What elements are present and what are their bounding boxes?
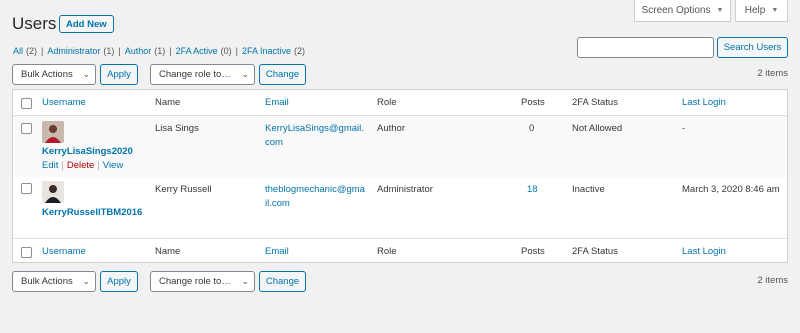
email-line-2: com [265, 137, 283, 148]
change-button-top[interactable]: Change [259, 64, 306, 85]
users-table: Username Name Email Role Posts 2FA Statu… [12, 89, 788, 263]
table-row: KerryRussellTBM2016 Kerry Russell theblo… [13, 177, 787, 238]
user-name: Lisa Sings [155, 123, 199, 134]
search-input[interactable] [577, 37, 714, 58]
row-checkbox[interactable] [21, 183, 32, 194]
filter-author-count: (1) [154, 46, 166, 56]
user-posts: 0 [529, 123, 535, 134]
user-role: Author [377, 123, 405, 134]
screen-options-button[interactable]: Screen Options ▼ [634, 0, 731, 22]
edit-link[interactable]: Edit [42, 160, 58, 171]
footer-email-sort[interactable]: Email [265, 246, 289, 257]
filter-all[interactable]: All [13, 46, 23, 56]
footer-last-login-sort[interactable]: Last Login [682, 246, 726, 257]
change-role-value: Change role to… [159, 276, 231, 287]
change-role-select-top[interactable]: Change role to… ⌄ [150, 64, 255, 85]
bulk-actions-value: Bulk Actions [21, 276, 73, 287]
filter-all-count: (2) [26, 46, 38, 56]
table-row: KerryLisaSings2020 Edit | Delete | View … [13, 116, 787, 177]
search-users-button[interactable]: Search Users [717, 37, 788, 58]
email-line-1: theblogmechanic@gma [265, 184, 365, 195]
email-link[interactable]: theblogmechanic@gma il.com [265, 184, 365, 209]
bulk-actions-select-top[interactable]: Bulk Actions ⌄ [12, 64, 96, 85]
items-count-bottom: 2 items [757, 275, 788, 286]
email-line-2: il.com [265, 198, 290, 209]
change-role-select-bottom[interactable]: Change role to… ⌄ [150, 271, 255, 292]
column-name: Name [155, 97, 181, 108]
help-label: Help [744, 5, 766, 16]
help-button[interactable]: Help ▼ [735, 0, 788, 22]
filter-2fa-inactive[interactable]: 2FA Inactive [242, 46, 291, 56]
chevron-down-icon: ⌄ [241, 69, 249, 79]
footer-role: Role [377, 246, 397, 257]
column-role: Role [377, 97, 397, 108]
user-2fa-status: Not Allowed [572, 123, 623, 134]
avatar [42, 181, 64, 203]
filter-separator: | [235, 46, 238, 56]
column-last-login-sort[interactable]: Last Login [682, 97, 726, 108]
role-filter-links: All (2) | Administrator (1) | Author (1)… [13, 46, 305, 56]
filter-administrator[interactable]: Administrator [47, 46, 100, 56]
column-username-sort[interactable]: Username [42, 97, 86, 108]
bulk-actions-value: Bulk Actions [21, 69, 73, 80]
footer-2fa-status: 2FA Status [572, 246, 618, 257]
apply-button-bottom[interactable]: Apply [100, 271, 138, 292]
action-separator: | [97, 160, 100, 171]
user-last-login: - [682, 123, 686, 134]
filter-2fa-active[interactable]: 2FA Active [176, 46, 218, 56]
column-email-sort[interactable]: Email [265, 97, 289, 108]
select-all-checkbox-footer[interactable] [21, 247, 32, 258]
avatar [42, 121, 64, 143]
row-checkbox[interactable] [21, 123, 32, 134]
chevron-down-icon: ⌄ [241, 276, 249, 286]
user-2fa-status: Inactive [572, 184, 605, 195]
username-link[interactable]: KerryRussellTBM2016 [42, 207, 142, 218]
change-button-bottom[interactable]: Change [259, 271, 306, 292]
user-role: Administrator [377, 184, 433, 195]
user-name: Kerry Russell [155, 184, 212, 195]
screen-options-label: Screen Options [641, 5, 711, 16]
footer-name: Name [155, 246, 181, 257]
caret-down-icon: ▼ [771, 7, 779, 14]
bulk-actions-select-bottom[interactable]: Bulk Actions ⌄ [12, 271, 96, 292]
footer-posts: Posts [521, 246, 545, 257]
caret-down-icon: ▼ [716, 7, 724, 14]
filter-separator: | [169, 46, 172, 56]
page-title: Users [12, 14, 57, 33]
filter-administrator-count: (1) [103, 46, 115, 56]
chevron-down-icon: ⌄ [82, 276, 90, 286]
footer-username-sort[interactable]: Username [42, 246, 86, 257]
username-link[interactable]: KerryLisaSings2020 [42, 146, 133, 157]
filter-2fa-active-count: (0) [220, 46, 232, 56]
table-footer: Username Name Email Role Posts 2FA Statu… [13, 238, 787, 264]
filter-2fa-inactive-count: (2) [294, 46, 305, 56]
column-posts: Posts [521, 97, 545, 108]
row-actions: Edit | Delete | View [42, 160, 123, 171]
filter-separator: | [118, 46, 121, 56]
change-role-value: Change role to… [159, 69, 231, 80]
chevron-down-icon: ⌄ [82, 69, 90, 79]
filter-author[interactable]: Author [125, 46, 152, 56]
column-2fa-status: 2FA Status [572, 97, 618, 108]
user-posts-link[interactable]: 18 [527, 184, 538, 195]
view-link[interactable]: View [103, 160, 123, 171]
filter-separator: | [41, 46, 44, 56]
user-last-login: March 3, 2020 8:46 am [682, 184, 780, 195]
table-header: Username Name Email Role Posts 2FA Statu… [13, 90, 787, 116]
delete-link[interactable]: Delete [67, 160, 94, 171]
apply-button-top[interactable]: Apply [100, 64, 138, 85]
select-all-checkbox[interactable] [21, 98, 32, 109]
email-line-1: KerryLisaSings@gmail. [265, 123, 364, 134]
action-separator: | [61, 160, 64, 171]
items-count-top: 2 items [757, 68, 788, 79]
add-new-button[interactable]: Add New [59, 15, 114, 33]
email-link[interactable]: KerryLisaSings@gmail. com [265, 123, 364, 148]
